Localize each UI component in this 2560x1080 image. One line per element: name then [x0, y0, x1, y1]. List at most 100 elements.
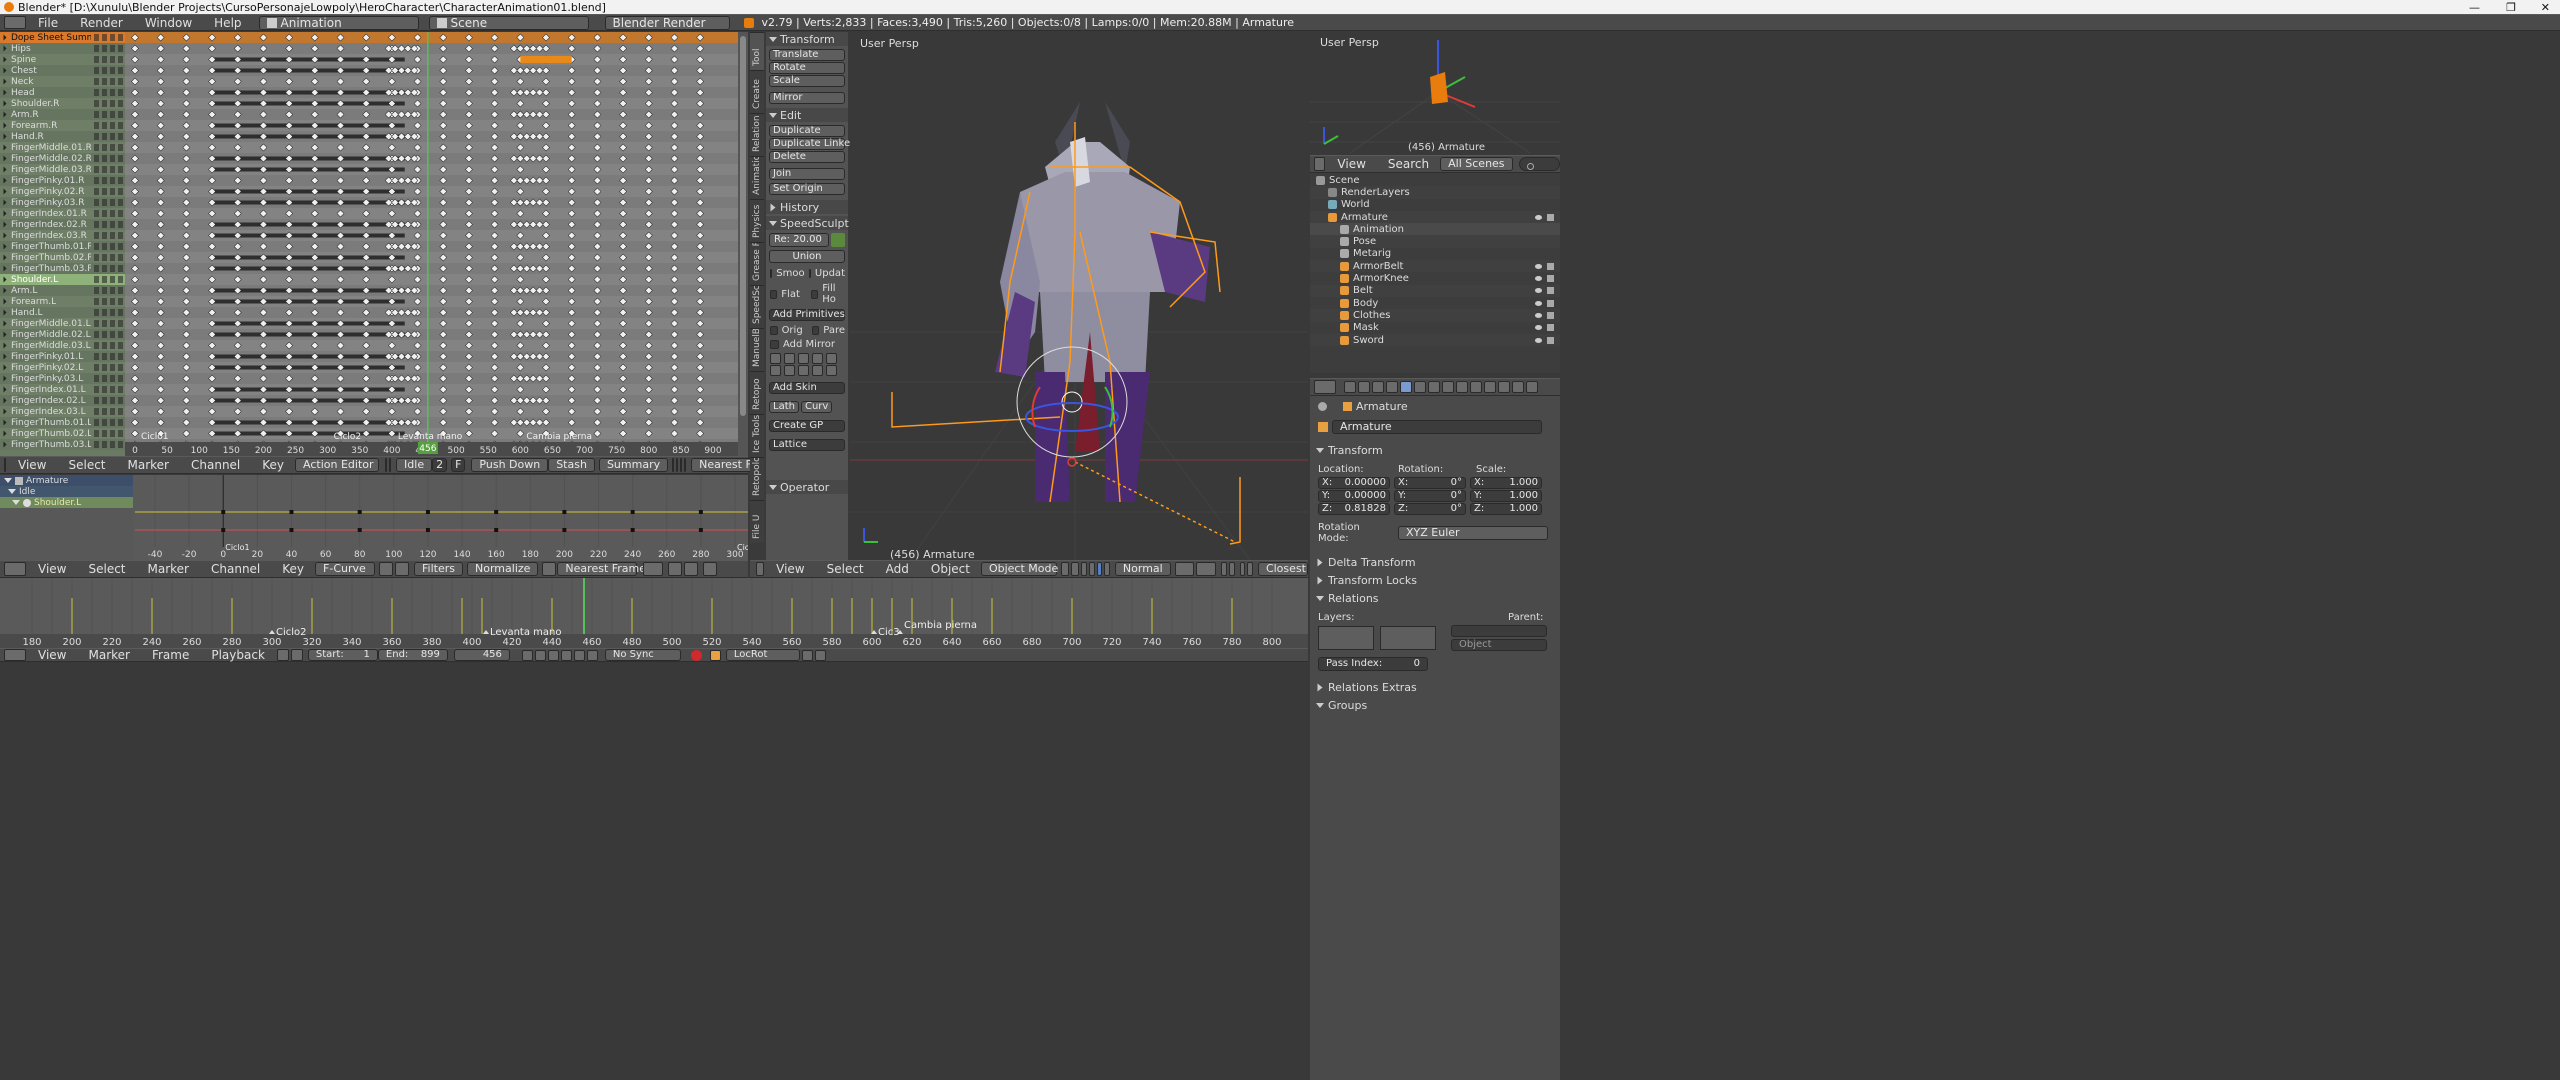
snap-target-select[interactable]: Closest	[1257, 562, 1308, 576]
outliner-item-body[interactable]: Body	[1310, 296, 1560, 310]
visibility-eye-icon[interactable]	[1535, 263, 1542, 269]
channel-spine[interactable]: Spine	[0, 54, 125, 65]
channel-toggle-icons[interactable]	[94, 375, 124, 382]
menu-render[interactable]: Render	[69, 16, 134, 30]
groups-panel[interactable]: Groups	[1310, 697, 1560, 713]
rotation-mode-select[interactable]: XYZ Euler	[1398, 526, 1548, 540]
timeline-marker-icon[interactable]	[269, 630, 275, 634]
parent-field[interactable]	[1451, 625, 1547, 637]
curve-button[interactable]: Curv	[800, 401, 833, 413]
translate-manipulator-icon[interactable]	[1088, 562, 1095, 576]
toolshelf-tab-animation[interactable]: Animation	[750, 156, 764, 199]
toolshelf-tab-relation[interactable]: Relation	[750, 113, 764, 156]
toolshelf-tab-speedsculpt[interactable]: SpeedSculpt	[750, 285, 764, 328]
channel-arm-r[interactable]: Arm.R	[0, 109, 125, 120]
dopesheet-summary-channel[interactable]: Dope Sheet Summary	[0, 32, 125, 43]
cone2-primitive-icon[interactable]	[812, 365, 823, 376]
sync-mode-select[interactable]: No Sync	[604, 649, 681, 661]
channel-fingerthumb-02-l[interactable]: FingerThumb.02.L	[0, 428, 125, 439]
channel-toggle-icons[interactable]	[94, 298, 124, 305]
channel-toggle-icons[interactable]	[94, 133, 124, 140]
ds-menu-channel[interactable]: Channel	[180, 458, 251, 472]
history-panel-header[interactable]: History	[766, 200, 848, 214]
channel-chest[interactable]: Chest	[0, 65, 125, 76]
channel-toggle-icons[interactable]	[94, 210, 124, 217]
check-icon[interactable]	[831, 233, 845, 247]
properties-tab-world-icon[interactable]	[1386, 381, 1398, 393]
stash-button[interactable]: Stash	[548, 458, 595, 472]
outliner-item-scene[interactable]: Scene	[1310, 174, 1560, 187]
graph-keyframe[interactable]	[221, 510, 226, 514]
channel-fingermiddle-01-l[interactable]: FingerMiddle.01.L	[0, 318, 125, 329]
render-camera-icon[interactable]	[1547, 324, 1554, 332]
channel-fingerindex-02-r[interactable]: FingerIndex.02.R	[0, 219, 125, 230]
3d-view-editor-icon[interactable]	[756, 562, 765, 576]
cube-primitive-icon[interactable]	[784, 353, 795, 364]
screen-layout-select[interactable]: Animation	[258, 15, 419, 30]
channel-toggle-icons[interactable]	[94, 441, 124, 448]
outliner-item-armorbelt[interactable]: ArmorBelt	[1310, 260, 1560, 273]
graph-keyframe[interactable]	[698, 510, 703, 514]
parent-type-select[interactable]: Object	[1451, 639, 1547, 651]
scene-select[interactable]: Scene	[428, 15, 589, 30]
channel-hips[interactable]: Hips	[0, 43, 125, 54]
play-icon[interactable]	[560, 649, 572, 661]
channel-toggle-icons[interactable]	[94, 100, 124, 107]
cylinder2-primitive-icon[interactable]	[798, 365, 809, 376]
channel-toggle-icons[interactable]	[94, 386, 124, 393]
down-arrow-icon[interactable]	[389, 458, 392, 472]
play-reverse-icon[interactable]	[547, 649, 559, 661]
properties-tab-modifiers-icon[interactable]	[1428, 381, 1440, 393]
toolshelf-tab-retopo[interactable]: Retopo	[750, 371, 764, 414]
location-z-field[interactable]: Z: 0.81828	[1318, 503, 1390, 515]
channel-toggle-icons[interactable]	[94, 89, 124, 96]
channel-toggle-icons[interactable]	[94, 276, 124, 283]
copy-keys-icon[interactable]	[668, 562, 683, 576]
transform-locks-panel[interactable]: Transform Locks	[1310, 572, 1560, 588]
edit-panel-header[interactable]: Edit	[766, 108, 848, 122]
graph-keyframe[interactable]	[357, 510, 362, 514]
channel-toggle-icons[interactable]	[94, 309, 124, 316]
channel-toggle-icons[interactable]	[94, 287, 124, 294]
delta-transform-panel[interactable]: Delta Transform	[1310, 554, 1560, 570]
relations-panel[interactable]: Relations	[1310, 590, 1560, 606]
maximize-button[interactable]: ❐	[2506, 1, 2516, 14]
properties-tab-particles-icon[interactable]	[1512, 381, 1524, 393]
snap-magnet-icon[interactable]	[1239, 562, 1246, 576]
graph-keyframe[interactable]	[289, 510, 294, 514]
graph-menu-channel[interactable]: Channel	[200, 562, 271, 576]
channel-toggle-icons[interactable]	[94, 408, 124, 415]
keying-set-icon[interactable]	[709, 649, 721, 661]
channel-toggle-icons[interactable]	[94, 243, 124, 250]
layers-grid[interactable]	[1318, 626, 1374, 650]
channel-fingerindex-03-r[interactable]: FingerIndex.03.R	[0, 230, 125, 241]
toolshelf-tab-ice-tools[interactable]: Ice Tools	[750, 414, 764, 457]
graph-menu-select[interactable]: Select	[77, 562, 136, 576]
channel-toggle-icons[interactable]	[94, 155, 124, 162]
properties-tab-physics-icon[interactable]	[1526, 381, 1538, 393]
pass-index-field[interactable]: Pass Index: 0	[1318, 657, 1428, 671]
visibility-eye-icon[interactable]	[1535, 276, 1542, 282]
channel-toggle-icons[interactable]	[94, 331, 124, 338]
properties-tab-bone-icon[interactable]	[1456, 381, 1468, 393]
jump-end-icon[interactable]	[586, 649, 598, 661]
snap-element-icon[interactable]	[1247, 562, 1253, 576]
channel-toggle-icons[interactable]	[94, 342, 124, 349]
object-name-field[interactable]: Armature	[1332, 420, 1542, 434]
properties-tab-render-layers-icon[interactable]	[1358, 381, 1370, 393]
channel-fingermiddle-02-r[interactable]: FingerMiddle.02.R	[0, 153, 125, 164]
cylinder-primitive-icon[interactable]	[798, 353, 809, 364]
render-camera-icon[interactable]	[1547, 275, 1554, 283]
channel-arm-l[interactable]: Arm.L	[0, 285, 125, 296]
channel-toggle-icons[interactable]	[94, 177, 124, 184]
graph-keyframe[interactable]	[357, 528, 362, 532]
cube2-primitive-icon[interactable]	[784, 365, 795, 376]
channel-toggle-icons[interactable]	[94, 254, 124, 261]
graph-editor-type-icon[interactable]	[4, 562, 26, 576]
toolshelf-tab-retopology[interactable]: Retopology	[750, 457, 764, 500]
summary-toggle[interactable]: Summary	[598, 458, 669, 472]
channel-toggle-icons[interactable]	[94, 397, 124, 404]
graph-channel-bone[interactable]: Shoulder.L	[0, 497, 133, 508]
outliner-display-mode-select[interactable]: All Scenes	[1440, 157, 1513, 171]
outliner-item-armature[interactable]: Armature	[1310, 210, 1560, 224]
